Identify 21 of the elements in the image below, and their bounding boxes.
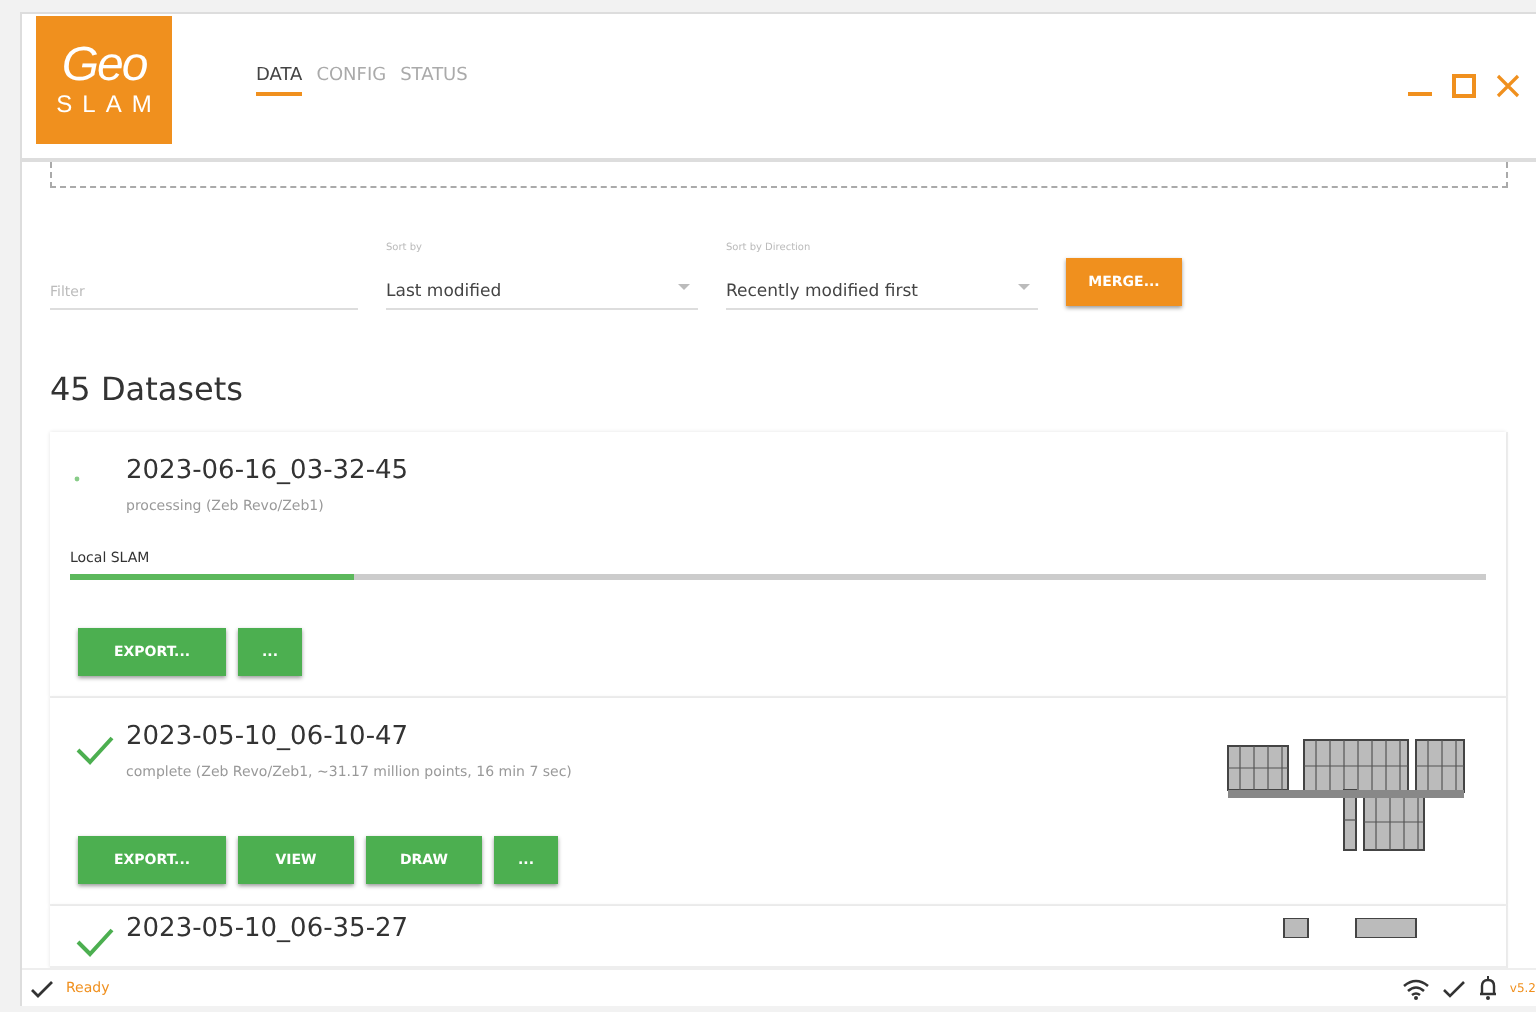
close-icon[interactable] — [1496, 74, 1520, 98]
drop-zone[interactable] — [50, 162, 1508, 188]
wifi-icon[interactable] — [1401, 977, 1430, 999]
logo-subtext: SLAM — [56, 90, 162, 118]
checkmark-icon — [74, 734, 114, 766]
bell-icon[interactable] — [1477, 976, 1498, 1000]
dropdown-value: Recently modified first — [726, 282, 918, 302]
dataset-title: 2023-05-10_06-10-47 — [126, 722, 411, 752]
checkmark-icon[interactable] — [1441, 979, 1466, 997]
nav-tab[interactable]: DATA — [256, 65, 303, 95]
maximize-icon[interactable] — [1452, 74, 1476, 98]
logo-text: Geo — [61, 42, 147, 90]
dataset-title: 2023-06-16_03-32-45 — [126, 456, 411, 486]
checkmark-icon — [30, 979, 54, 997]
dataset-title: 2023-05-10_06-35-27 — [126, 914, 411, 944]
datasets-heading: 45 Datasets — [50, 370, 245, 408]
dropdown-value: Last modified — [386, 282, 502, 302]
status-dot-icon — [74, 476, 80, 482]
checkmark-icon — [74, 926, 114, 958]
nav-tab[interactable]: CONFIG — [316, 65, 387, 95]
nav-tab[interactable]: STATUS — [400, 65, 468, 95]
